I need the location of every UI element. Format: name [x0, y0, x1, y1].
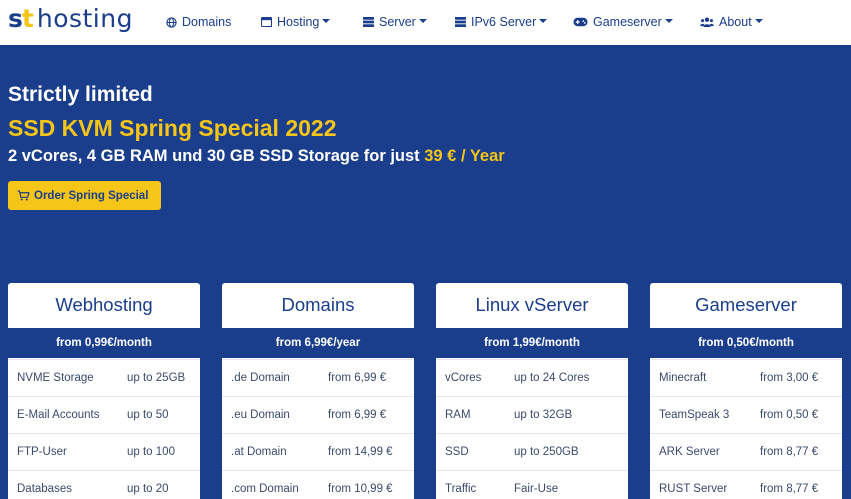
feature-name: .at Domain — [231, 446, 287, 458]
feature-row: RAM up to 32GB — [436, 396, 628, 433]
feature-value: from 6,99 € — [328, 409, 387, 421]
card-price: from 0,50€/month — [650, 328, 842, 358]
nav-hosting-label: Hosting — [277, 15, 320, 29]
feature-value: up to 24 Cores — [514, 372, 590, 384]
feature-row: E-Mail Accounts up to 50 — [8, 396, 200, 433]
server-icon — [455, 17, 466, 27]
feature-row: vCores up to 24 Cores — [436, 359, 628, 396]
nav-hosting[interactable]: Hosting — [261, 13, 331, 31]
nav-domains-label: Domains — [182, 15, 232, 29]
globe-icon — [166, 16, 177, 28]
chevron-down-icon — [754, 19, 763, 23]
chevron-down-icon — [322, 19, 331, 23]
feature-name: RAM — [445, 409, 471, 421]
feature-value: from 3,00 € — [760, 372, 819, 384]
hero-subtitle: Strictly limited — [8, 83, 153, 106]
feature-row: RUST Server from 8,77 € — [650, 470, 842, 499]
card-price: from 1,99€/month — [436, 328, 628, 358]
feature-row: NVME Storage up to 25GB — [8, 359, 200, 396]
chevron-down-icon — [539, 19, 548, 23]
feature-name: RUST Server — [659, 483, 728, 495]
nav-about[interactable]: About — [700, 13, 763, 31]
feature-row: FTP-User up to 100 — [8, 433, 200, 470]
feature-name: Databases — [17, 483, 72, 495]
logo-text: hosting — [36, 4, 133, 33]
feature-value: from 10,99 € — [328, 483, 393, 495]
card-price: from 0,99€/month — [8, 328, 200, 358]
nav-server[interactable]: Server — [363, 13, 427, 31]
feature-value: Fair-Use — [514, 483, 559, 495]
feature-name: FTP-User — [17, 446, 67, 458]
feature-row: Minecraft from 3,00 € — [650, 359, 842, 396]
feature-row: SSD up to 250GB — [436, 433, 628, 470]
feature-value: up to 50 — [127, 409, 169, 421]
feature-value: up to 20 — [127, 483, 169, 495]
feature-name: ARK Server — [659, 446, 720, 458]
users-icon — [700, 17, 714, 27]
feature-name: Minecraft — [659, 372, 707, 384]
card-domains[interactable]: Domains from 6,99€/year .de Domain from 6… — [222, 283, 414, 499]
feature-value: from 8,77 € — [760, 446, 819, 458]
feature-value: from 8,77 € — [760, 483, 819, 495]
card-gameserver[interactable]: Gameserver from 0,50€/month Minecraft fro… — [650, 283, 842, 499]
feature-name: SSD — [445, 446, 469, 458]
logo-mark: st — [8, 4, 34, 33]
chevron-down-icon — [418, 19, 427, 23]
feature-name: .eu Domain — [231, 409, 290, 421]
order-button-label: Order Spring Special — [34, 189, 149, 202]
feature-row: .com Domain from 10,99 € — [222, 470, 414, 499]
card-title: Gameserver — [695, 294, 797, 315]
feature-name: vCores — [445, 372, 482, 384]
feature-value: up to 100 — [127, 446, 175, 458]
feature-value: from 6,99 € — [328, 372, 387, 384]
nav-gameserver-label: Gameserver — [593, 15, 662, 29]
card-title: Domains — [281, 294, 355, 315]
top-navbar: st hosting Domains Hosting Server IPv6 S… — [0, 0, 851, 45]
feature-name: NVME Storage — [17, 372, 94, 384]
server-icon — [363, 17, 374, 27]
gamepad-icon — [573, 17, 588, 27]
card-linux-vserver[interactable]: Linux vServer from 1,99€/month vCores up … — [436, 283, 628, 499]
feature-name: Traffic — [445, 483, 477, 495]
nav-about-label: About — [719, 15, 752, 29]
feature-row: TeamSpeak 3 from 0,50 € — [650, 396, 842, 433]
feature-value: up to 32GB — [514, 409, 573, 421]
nav-gameserver[interactable]: Gameserver — [573, 13, 673, 31]
feature-name: TeamSpeak 3 — [659, 409, 730, 421]
cart-icon — [17, 190, 30, 201]
feature-row: ARK Server from 8,77 € — [650, 433, 842, 470]
feature-value: up to 250GB — [514, 446, 579, 458]
card-title: Linux vServer — [475, 294, 589, 315]
card-title: Webhosting — [55, 294, 153, 315]
nav-domains[interactable]: Domains — [166, 13, 231, 31]
feature-row: .at Domain from 14,99 € — [222, 433, 414, 470]
nav-ipv6-server[interactable]: IPv6 Server — [455, 13, 548, 31]
feature-name: E-Mail Accounts — [17, 409, 100, 421]
feature-name: .com Domain — [231, 483, 299, 495]
nav-ipv6-server-label: IPv6 Server — [471, 15, 537, 29]
feature-row: .de Domain from 6,99 € — [222, 359, 414, 396]
feature-row: Traffic Fair-Use — [436, 470, 628, 499]
feature-name: .de Domain — [231, 372, 290, 384]
card-price: from 6,99€/year — [222, 328, 414, 358]
chevron-down-icon — [664, 19, 673, 23]
feature-value: from 14,99 € — [328, 446, 393, 458]
hero-desc-text: 2 vCores, 4 GB RAM und 30 GB SSD Storage… — [8, 147, 425, 165]
feature-row: .eu Domain from 6,99 € — [222, 396, 414, 433]
feature-value: up to 25GB — [127, 372, 186, 384]
nav-server-label: Server — [379, 15, 416, 29]
window-icon — [261, 17, 272, 27]
feature-value: from 0,50 € — [760, 409, 819, 421]
hero-description: 2 vCores, 4 GB RAM und 30 GB SSD Storage… — [8, 147, 505, 166]
hero-title: SSD KVM Spring Special 2022 — [8, 115, 337, 141]
brand-logo[interactable]: st hosting — [8, 4, 133, 36]
card-webhosting[interactable]: Webhosting from 0,99€/month NVME Storage… — [8, 283, 200, 499]
hero-desc-price: 39 € / Year — [424, 147, 505, 165]
order-spring-special-button[interactable]: Order Spring Special — [8, 181, 161, 210]
feature-row: Databases up to 20 — [8, 470, 200, 499]
